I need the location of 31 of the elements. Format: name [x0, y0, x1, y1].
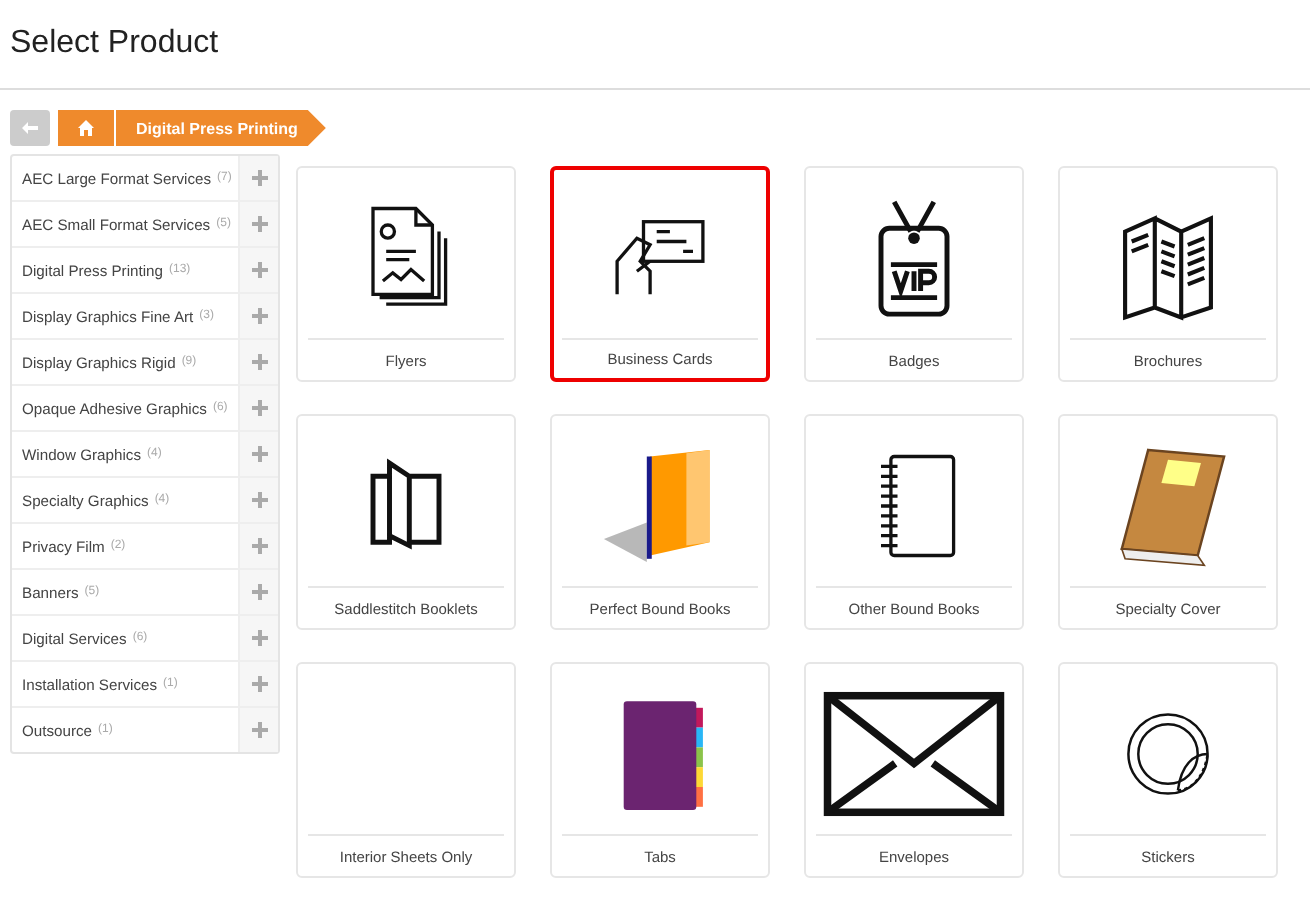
plus-icon — [251, 630, 267, 646]
envelope-icon — [820, 688, 1008, 820]
plus-icon — [251, 722, 267, 738]
plus-icon — [251, 538, 267, 554]
plus-icon — [251, 308, 267, 324]
expand-button[interactable] — [238, 708, 278, 752]
plus-icon — [251, 216, 267, 232]
plus-icon — [251, 170, 267, 186]
expand-button[interactable] — [238, 478, 278, 522]
expand-button[interactable] — [238, 662, 278, 706]
plus-icon — [251, 584, 267, 600]
back-arrow-icon — [22, 122, 38, 134]
plus-icon — [251, 354, 267, 370]
plus-icon — [251, 492, 267, 508]
plus-icon — [251, 676, 267, 692]
expand-button[interactable] — [238, 570, 278, 614]
expand-button[interactable] — [238, 432, 278, 476]
expand-button[interactable] — [238, 202, 278, 246]
expand-button[interactable] — [238, 248, 278, 292]
expand-button[interactable] — [238, 386, 278, 430]
plus-icon — [251, 446, 267, 462]
expand-button[interactable] — [238, 156, 278, 200]
plus-icon — [251, 262, 267, 278]
expand-button[interactable] — [238, 340, 278, 384]
expand-button[interactable] — [238, 524, 278, 568]
expand-button[interactable] — [238, 294, 278, 338]
page-title: Select Product — [10, 26, 219, 62]
expand-button[interactable] — [238, 616, 278, 660]
back-button[interactable] — [10, 110, 50, 146]
home-icon[interactable] — [78, 120, 94, 136]
plus-icon — [251, 400, 267, 416]
